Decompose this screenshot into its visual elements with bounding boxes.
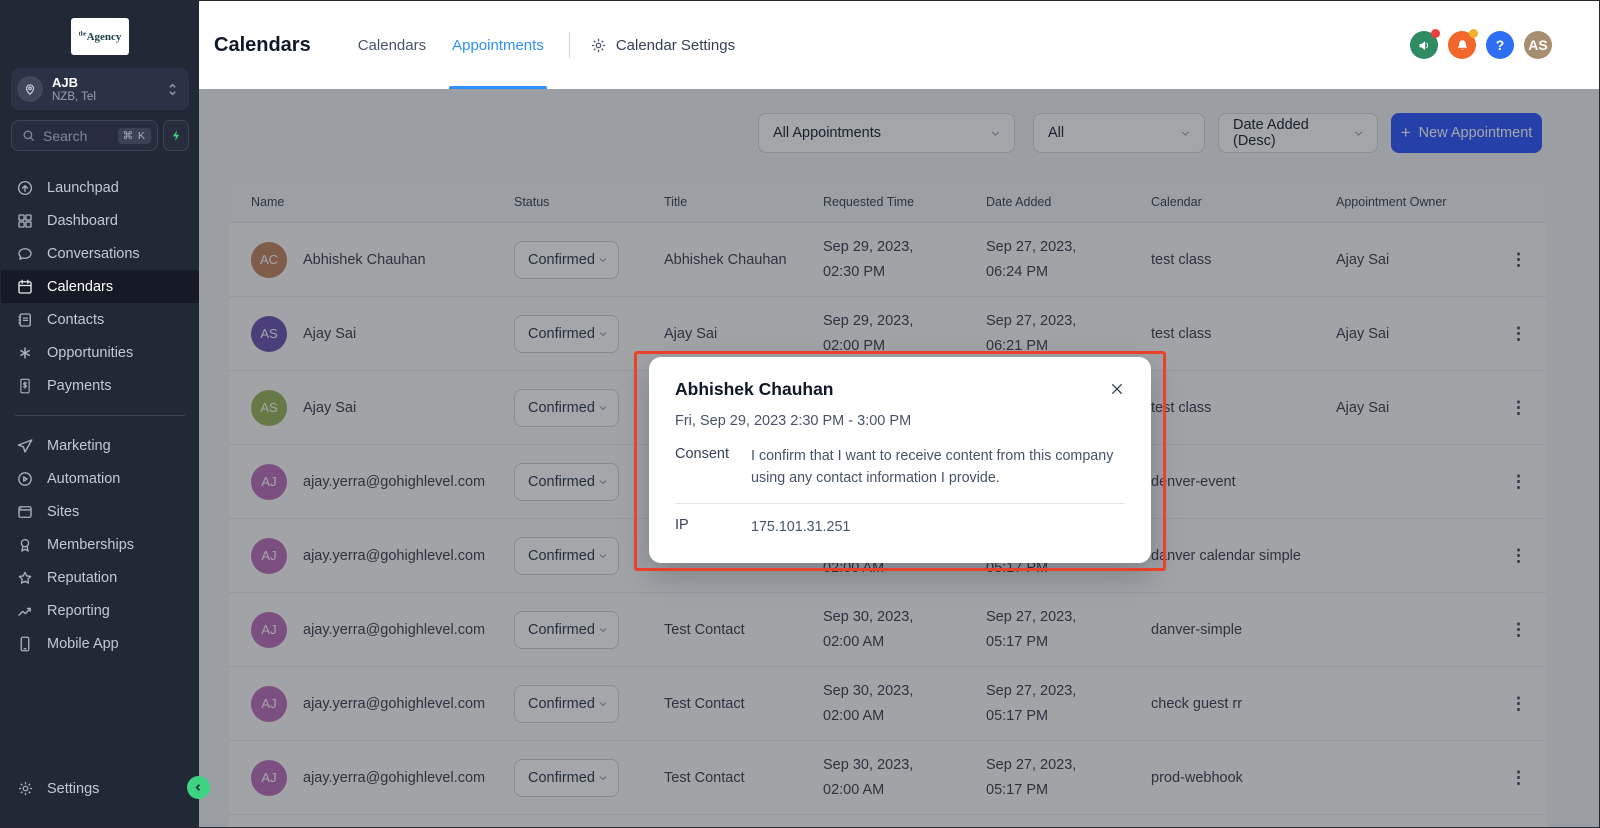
sidebar-item-label: Sites — [47, 504, 79, 520]
lightning-bolt-icon — [170, 128, 183, 143]
mobile-icon — [16, 635, 34, 653]
consent-label: Consent — [675, 446, 751, 489]
opportunities-icon — [16, 344, 34, 362]
sidebar-nav: Launchpad Dashboard Conversations Calendars… — [1, 171, 199, 660]
sidebar-item-label: Launchpad — [47, 180, 119, 196]
sidebar-item-launchpad[interactable]: Launchpad — [1, 171, 199, 204]
sidebar-item-label: Marketing — [47, 438, 111, 454]
logo-prefix: the — [79, 31, 87, 37]
marketing-icon — [16, 437, 34, 455]
sidebar-item-marketing[interactable]: Marketing — [1, 429, 199, 462]
ip-value: 175.101.31.251 — [751, 517, 850, 539]
content-area: All Appointments All Date Added (Desc) +… — [199, 89, 1599, 827]
consent-text: I confirm that I want to receive content… — [751, 446, 1125, 489]
sidebar-item-calendars[interactable]: Calendars — [1, 270, 199, 303]
location-pin-icon — [17, 76, 43, 102]
sidebar-item-label: Contacts — [47, 312, 104, 328]
search-placeholder: Search — [43, 128, 118, 144]
sidebar-item-label: Reporting — [47, 603, 110, 619]
sidebar-item-sites[interactable]: Sites — [1, 495, 199, 528]
chevron-up-down-icon — [166, 82, 179, 97]
appointment-details-modal: Abhishek Chauhan Fri, Sep 29, 2023 2:30 … — [649, 357, 1151, 563]
close-icon[interactable] — [1109, 381, 1125, 397]
memberships-icon — [16, 536, 34, 554]
logo-label: Agency — [87, 31, 122, 43]
tab-divider — [569, 32, 570, 58]
modal-title: Abhishek Chauhan — [675, 379, 834, 400]
topbar: Calendars Calendars Appointments Calenda… — [199, 1, 1599, 89]
notification-dot — [1431, 29, 1440, 38]
sidebar-item-reputation[interactable]: Reputation — [1, 561, 199, 594]
main-area: Calendars Calendars Appointments Calenda… — [199, 1, 1599, 827]
search-shortcut-badge: ⌘ K — [118, 128, 151, 144]
sidebar-item-label: Calendars — [47, 279, 113, 295]
search-input[interactable]: Search ⌘ K — [11, 120, 158, 151]
sidebar-item-label: Conversations — [47, 246, 140, 262]
conversations-icon — [16, 245, 34, 263]
sidebar-item-label: Automation — [47, 471, 120, 487]
sidebar-item-conversations[interactable]: Conversations — [1, 237, 199, 270]
account-location: NZB, Tel — [52, 90, 166, 104]
sidebar-item-label: Opportunities — [47, 345, 133, 361]
sidebar-divider — [15, 415, 185, 416]
sidebar-item-reporting[interactable]: Reporting — [1, 594, 199, 627]
tab-calendar-settings[interactable]: Calendar Settings — [582, 1, 743, 89]
appointment-datetime: Fri, Sep 29, 2023 2:30 PM - 3:00 PM — [675, 413, 1125, 429]
launchpad-icon — [16, 179, 34, 197]
quick-actions-button[interactable] — [163, 120, 189, 151]
sites-icon — [16, 503, 34, 521]
contacts-icon — [16, 311, 34, 329]
sidebar-item-mobile-app[interactable]: Mobile App — [1, 627, 199, 660]
tab-calendars[interactable]: Calendars — [345, 1, 439, 89]
search-icon — [21, 128, 36, 143]
sidebar-item-contacts[interactable]: Contacts — [1, 303, 199, 336]
user-avatar[interactable]: AS — [1524, 31, 1552, 59]
dashboard-icon — [16, 212, 34, 230]
reporting-icon — [16, 602, 34, 620]
modal-divider — [675, 503, 1125, 504]
tab-label: Calendar Settings — [616, 37, 735, 54]
account-name: AJB — [52, 75, 166, 90]
sidebar-item-label: Dashboard — [47, 213, 118, 229]
sidebar-collapse-button[interactable] — [187, 776, 210, 799]
sidebar-item-memberships[interactable]: Memberships — [1, 528, 199, 561]
sidebar-item-payments[interactable]: Payments — [1, 369, 199, 402]
account-switcher[interactable]: AJB NZB, Tel — [11, 68, 189, 110]
sidebar-item-label: Payments — [47, 378, 111, 394]
sidebar-item-settings[interactable]: Settings — [1, 772, 199, 805]
gear-icon — [590, 37, 607, 54]
reputation-icon — [16, 569, 34, 587]
payments-icon — [16, 377, 34, 395]
page-title: Calendars — [214, 34, 311, 57]
automation-icon — [16, 470, 34, 488]
topbar-icons: ? AS — [1410, 31, 1552, 59]
notifications-icon[interactable] — [1448, 31, 1476, 59]
sidebar: theAgency AJB NZB, Tel Search ⌘ K — [1, 1, 199, 827]
sidebar-item-label: Reputation — [47, 570, 117, 586]
sidebar-item-label: Mobile App — [47, 636, 119, 652]
calendars-icon — [16, 278, 34, 296]
notification-dot — [1469, 29, 1478, 38]
announcements-icon[interactable] — [1410, 31, 1438, 59]
help-icon[interactable]: ? — [1486, 31, 1514, 59]
gear-icon — [16, 780, 34, 798]
ip-label: IP — [675, 517, 751, 539]
agency-logo: theAgency — [71, 18, 129, 55]
app-window: theAgency AJB NZB, Tel Search ⌘ K — [0, 0, 1600, 828]
tabs: Calendars Appointments Calendar Settings — [345, 1, 743, 89]
sidebar-item-opportunities[interactable]: Opportunities — [1, 336, 199, 369]
tab-appointments[interactable]: Appointments — [439, 1, 557, 89]
sidebar-item-automation[interactable]: Automation — [1, 462, 199, 495]
sidebar-item-label: Memberships — [47, 537, 134, 553]
sidebar-item-label: Settings — [47, 781, 99, 797]
chevron-left-icon — [193, 782, 204, 793]
sidebar-item-dashboard[interactable]: Dashboard — [1, 204, 199, 237]
